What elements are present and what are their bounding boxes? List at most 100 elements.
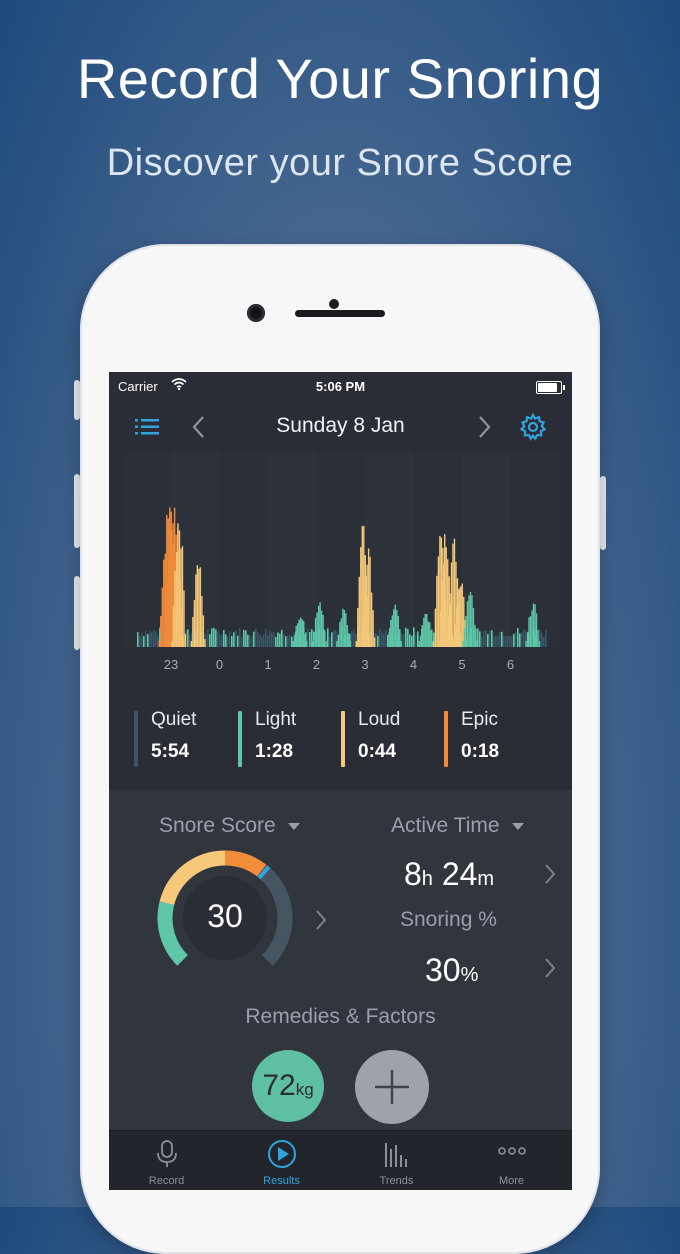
quiet-bar: [485, 630, 487, 647]
hour-axis: 23 0 1 2 3 4 5 6: [164, 657, 514, 672]
quiet-bar: [267, 635, 269, 647]
legend-loud-name: Loud: [358, 709, 401, 730]
snore-score-dropdown[interactable]: Snore Score: [159, 814, 300, 838]
snore-event-bar: [343, 610, 346, 647]
earpiece-speaker: [295, 310, 385, 317]
legend-quiet-swatch: [134, 711, 138, 767]
snore-event-bar: [418, 641, 421, 647]
tab-trends[interactable]: Trends: [339, 1131, 454, 1190]
quiet-bar: [231, 636, 233, 647]
chevron-right-icon[interactable]: [543, 862, 557, 886]
tab-more[interactable]: More: [454, 1131, 569, 1190]
quiet-bar: [409, 634, 411, 647]
quiet-bar: [417, 631, 419, 647]
quiet-bar: [207, 629, 209, 647]
quiet-bar: [487, 634, 489, 647]
active-time-label: Active Time: [391, 814, 500, 837]
quiet-bar: [273, 632, 275, 647]
quiet-bar: [237, 635, 239, 647]
quiet-bar: [285, 636, 287, 647]
snore-event-bar: [436, 575, 438, 647]
legend-light-swatch: [238, 711, 242, 767]
snore-event-bar: [367, 548, 370, 647]
snore-event-bar: [469, 592, 472, 647]
gear-icon[interactable]: [518, 412, 548, 442]
snore-event-bar: [349, 641, 352, 647]
quiet-bar: [509, 635, 511, 647]
snore-event-bar: [446, 641, 448, 647]
more-dots-icon: [498, 1147, 526, 1155]
add-factor-button[interactable]: [355, 1050, 429, 1124]
legend-loud[interactable]: Loud 0:44: [341, 707, 431, 769]
nav-bar: Sunday 8 Jan: [109, 400, 572, 452]
snore-event-bar: [292, 641, 294, 647]
hour-tick-label: 3: [361, 657, 368, 672]
quiet-bar: [277, 632, 279, 647]
quiet-bar: [515, 632, 517, 647]
battery-icon: [536, 381, 565, 394]
hour-tick-label: 2: [313, 657, 320, 672]
legend-light[interactable]: Light 1:28: [238, 707, 328, 769]
snore-event-bar: [303, 621, 305, 647]
legend-epic[interactable]: Epic 0:18: [444, 707, 534, 769]
snore-event-bar: [457, 589, 459, 647]
snore-event-bar: [204, 639, 206, 647]
tab-trends-label: Trends: [379, 1175, 414, 1187]
snore-event-bar: [166, 581, 168, 647]
snore-event-bar: [348, 633, 350, 647]
quiet-bar: [495, 635, 497, 647]
tab-record[interactable]: Record: [109, 1131, 224, 1190]
quiet-bar: [499, 632, 501, 647]
snore-event-bar: [202, 615, 205, 647]
quiet-bar: [309, 632, 311, 647]
hour-band: [219, 452, 268, 647]
chevron-right-icon[interactable]: [314, 908, 328, 932]
quiet-bar: [281, 629, 283, 647]
quiet-bar: [251, 636, 253, 647]
tab-results[interactable]: Results: [224, 1131, 339, 1190]
legend-epic-value: 0:18: [461, 741, 500, 762]
summary-panel: Snore Score Active Time 30 8h 24m Snorin…: [109, 790, 572, 1130]
power-button: [600, 476, 606, 550]
snore-event-bar: [198, 568, 200, 647]
snore-event-bar: [369, 557, 371, 647]
snore-event-bar: [183, 590, 185, 647]
quiet-bar: [153, 630, 155, 647]
snore-event-bar: [437, 556, 440, 647]
quiet-bar: [149, 630, 151, 647]
snore-event-bar: [370, 592, 373, 647]
snore-event-bar: [396, 609, 398, 647]
snore-event-bar: [532, 603, 535, 647]
snore-event-bar: [363, 593, 365, 647]
snore-event-bar: [429, 622, 431, 647]
legend-quiet[interactable]: Quiet 5:54: [134, 707, 224, 769]
snore-event-bar: [433, 641, 435, 647]
snore-event-bar: [345, 613, 347, 647]
chevron-right-icon[interactable]: [543, 956, 557, 980]
snore-event-bar: [301, 619, 303, 647]
snore-event-bar: [336, 641, 338, 647]
quiet-bar: [257, 632, 259, 647]
active-time-value: 8h 24m: [404, 856, 495, 892]
chevron-right-icon[interactable]: [469, 412, 499, 442]
snore-event-bar: [361, 618, 364, 647]
snore-event-bar: [526, 632, 529, 647]
snore-event-bar: [314, 617, 317, 647]
snore-event-bar: [466, 601, 469, 647]
snore-event-bar: [195, 574, 197, 647]
quiet-bar: [353, 628, 355, 647]
snore-event-bar: [442, 563, 444, 647]
quiet-bar: [377, 635, 379, 647]
quiet-bar: [265, 629, 267, 647]
quiet-bar: [405, 627, 407, 647]
front-camera: [247, 304, 265, 322]
snore-event-bar: [160, 616, 162, 647]
weight-factor-button[interactable]: 72kg: [252, 1050, 324, 1122]
snore-event-bar: [199, 567, 202, 647]
active-time-dropdown[interactable]: Active Time: [391, 814, 524, 838]
quiet-bar: [259, 634, 261, 647]
snore-event-bar: [323, 629, 326, 647]
snore-event-bar: [372, 610, 374, 647]
snore-event-bar: [163, 559, 165, 647]
snore-event-bar: [360, 641, 362, 647]
